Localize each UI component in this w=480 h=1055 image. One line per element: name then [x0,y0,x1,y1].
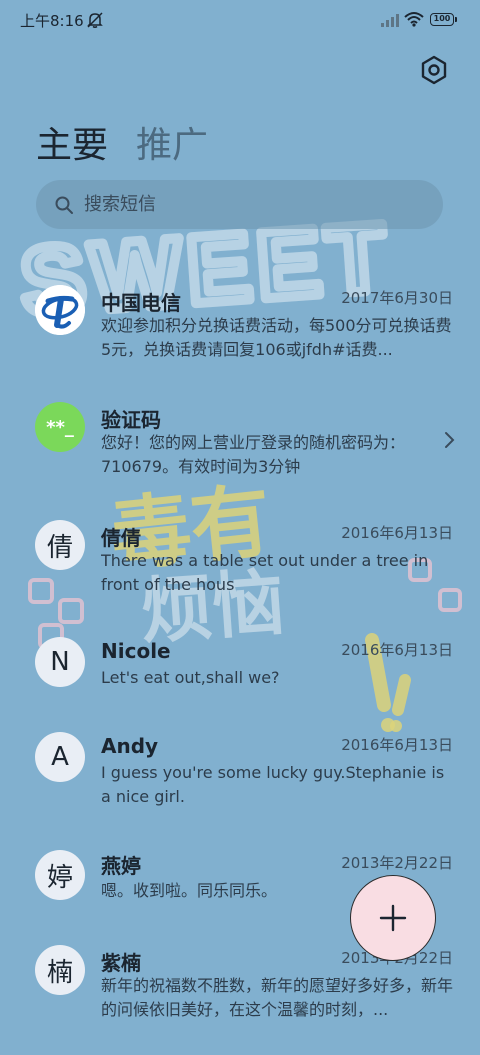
avatar: 婷 [35,850,85,900]
conversation-item[interactable]: 楠 紫楠 2013年2月22日 新年的祝福数不胜数，新年的愿望好多好多，新年的问… [0,945,480,1055]
search-bar[interactable] [36,180,443,229]
chevron-right-icon[interactable] [442,430,456,450]
china-telecom-logo-icon [35,285,85,335]
conversation-date: 2016年6月13日 [341,641,453,659]
conversation-date: 2017年6月30日 [341,289,453,307]
conversation-preview: There was a table set out under a tree i… [101,551,429,594]
signal-icon [381,14,399,27]
avatar: N [35,637,85,687]
conversation-preview: Let's eat out,shall we? [101,668,280,687]
conversation-name: 紫楠 [101,951,141,975]
battery-indicator: 100 [430,13,457,26]
avatar: 楠 [35,945,85,995]
conversation-item[interactable]: N Nicole 2016年6月13日 Let's eat out,shall … [0,637,480,747]
conversation-name: 验证码 [101,408,161,432]
conversation-date: 2016年6月13日 [341,736,453,754]
avatar-verification-code: **_ [35,402,85,452]
conversation-preview: 欢迎参加积分兑换话费活动，每500分可兑换话费5元，兑换话费请回复106或jfd… [101,316,452,359]
conversation-name: Andy [101,734,159,758]
conversation-item-code[interactable]: **_ 验证码 您好！您的网上营业厅登录的随机密码为：710679。有效时间为3… [0,402,480,512]
avatar: A [35,732,85,782]
wifi-icon [404,12,424,27]
conversation-preview: I guess you're some lucky guy.Stephanie … [101,763,445,806]
status-bar: 上午8:16 100 [0,0,480,40]
conversation-preview: 您好！您的网上营业厅登录的随机密码为：710679。有效时间为3分钟 [101,433,406,476]
conversation-date: 2013年2月22日 [341,854,453,872]
avatar-telecom [35,285,85,335]
gear-hexagon-icon [421,55,447,85]
compose-button[interactable] [350,875,436,961]
search-icon [55,196,73,214]
plus-icon [379,904,407,932]
conversation-preview: 新年的祝福数不胜数，新年的愿望好多好多，新年的问候依旧美好，在这个温馨的时刻，.… [101,976,453,1019]
conversation-item[interactable]: A Andy 2016年6月13日 I guess you're some lu… [0,732,480,842]
conversation-name: 倩倩 [101,526,141,550]
conversation-name: 中国电信 [101,291,181,315]
settings-button[interactable] [418,54,450,86]
conversation-name: 燕婷 [101,854,141,878]
conversation-item[interactable]: 倩 倩倩 2016年6月13日 There was a table set ou… [0,520,480,630]
conversation-name: Nicole [101,639,171,663]
avatar: 倩 [35,520,85,570]
bell-off-icon [87,12,103,28]
tab-main[interactable]: 主要 [36,116,108,168]
tab-promotions[interactable]: 推广 [136,116,208,168]
conversation-item-telecom[interactable]: 中国电信 2017年6月30日 欢迎参加积分兑换话费活动，每500分可兑换话费5… [0,285,480,395]
search-input[interactable] [84,188,424,220]
status-time: 上午8:16 [20,12,84,30]
conversation-date: 2016年6月13日 [341,524,453,542]
